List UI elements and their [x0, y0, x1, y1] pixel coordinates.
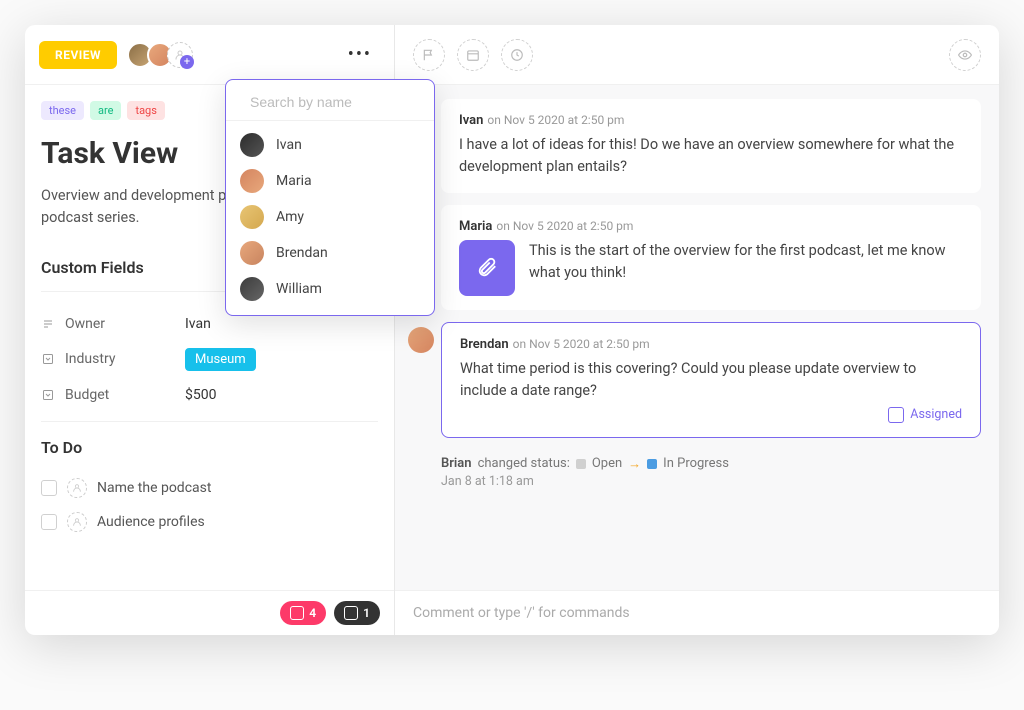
comments-list: Ivanon Nov 5 2020 at 2:50 pm I have a lo…: [395, 85, 999, 590]
add-assignee-button[interactable]: +: [167, 42, 193, 68]
checkbox[interactable]: [41, 514, 57, 530]
flag-icon[interactable]: [413, 39, 445, 71]
invision-icon: [290, 606, 304, 620]
todo-label: Name the podcast: [97, 480, 211, 496]
people-option[interactable]: Amy: [226, 199, 434, 235]
cf-label: Budget: [65, 387, 185, 403]
cf-value[interactable]: Museum: [185, 348, 256, 371]
checkbox[interactable]: [41, 480, 57, 496]
avatar: [240, 241, 264, 265]
tag[interactable]: are: [90, 101, 121, 120]
custom-field-row: Budget $500: [41, 379, 378, 411]
avatar: [240, 205, 264, 229]
comment-header: Ivanon Nov 5 2020 at 2:50 pm: [459, 113, 963, 128]
comment-header: Mariaon Nov 5 2020 at 2:50 pm: [459, 219, 963, 234]
app-window: REVIEW + ••• these are tags Task View Ov…: [25, 25, 999, 635]
people-search-dropdown: Ivan Maria Amy Brendan William: [225, 79, 435, 316]
integration-pill-figma[interactable]: 1: [334, 601, 380, 625]
dropdown-icon: [41, 352, 55, 366]
cf-value[interactable]: $500: [185, 387, 216, 403]
comment-text: What time period is this covering? Could…: [460, 358, 962, 403]
search-row: [226, 88, 434, 120]
plus-icon: +: [180, 55, 194, 69]
assign-icon[interactable]: [67, 512, 87, 532]
people-option[interactable]: Brendan: [226, 235, 434, 271]
assigned-badge[interactable]: Assigned: [888, 407, 962, 423]
cf-label: Industry: [65, 351, 185, 367]
tag[interactable]: these: [41, 101, 84, 120]
checkbox-icon: [888, 407, 904, 423]
right-topbar: [395, 25, 999, 85]
dropdown-icon: [41, 388, 55, 402]
comment-assigned: Brendanon Nov 5 2020 at 2:50 pm What tim…: [441, 322, 981, 438]
clock-icon[interactable]: [501, 39, 533, 71]
people-option[interactable]: Maria: [226, 163, 434, 199]
figma-icon: [344, 606, 358, 620]
attachment-icon[interactable]: [459, 240, 515, 296]
assignee-avatars: +: [127, 42, 193, 68]
search-input[interactable]: [250, 94, 431, 110]
avatar: [240, 133, 264, 157]
todo-heading: To Do: [41, 438, 378, 457]
people-option[interactable]: William: [226, 271, 434, 307]
cf-value[interactable]: Ivan: [185, 316, 211, 332]
pill-count: 1: [363, 606, 370, 620]
comment-header: Brendanon Nov 5 2020 at 2:50 pm: [460, 337, 962, 352]
custom-field-row: Industry Museum: [41, 340, 378, 379]
owner-icon: [41, 317, 55, 331]
calendar-icon[interactable]: [457, 39, 489, 71]
status-dot-progress: [647, 459, 657, 469]
more-menu-button[interactable]: •••: [340, 44, 380, 65]
comment-composer[interactable]: Comment or type '/' for commands: [395, 590, 999, 635]
comment-text: I have a lot of ideas for this! Do we ha…: [459, 134, 963, 179]
right-panel: Ivanon Nov 5 2020 at 2:50 pm I have a lo…: [395, 25, 999, 635]
cf-label: Owner: [65, 316, 185, 332]
left-footer: 4 1: [25, 590, 394, 635]
status-change-ts: Jan 8 at 1:18 am: [413, 472, 981, 489]
todo-label: Audience profiles: [97, 514, 205, 530]
todo-item[interactable]: Name the podcast: [41, 471, 378, 505]
arrow-right-icon: →: [628, 456, 641, 472]
review-status-button[interactable]: REVIEW: [39, 41, 117, 69]
left-topbar: REVIEW + •••: [25, 25, 394, 85]
tag[interactable]: tags: [127, 101, 164, 120]
comment: Ivanon Nov 5 2020 at 2:50 pm I have a lo…: [441, 99, 981, 193]
pill-count: 4: [309, 606, 316, 620]
avatar[interactable]: [408, 327, 434, 353]
comment: Mariaon Nov 5 2020 at 2:50 pm This is th…: [441, 205, 981, 310]
watch-icon[interactable]: [949, 39, 981, 71]
assign-icon[interactable]: [67, 478, 87, 498]
todo-item[interactable]: Audience profiles: [41, 505, 378, 539]
status-dot-open: [576, 459, 586, 469]
avatar: [240, 277, 264, 301]
comment-text: This is the start of the overview for th…: [529, 240, 963, 285]
status-change-row: Brian changed status: Open → In Progress: [413, 450, 981, 472]
people-option[interactable]: Ivan: [226, 127, 434, 163]
integration-pill-invision[interactable]: 4: [280, 601, 326, 625]
avatar: [240, 169, 264, 193]
